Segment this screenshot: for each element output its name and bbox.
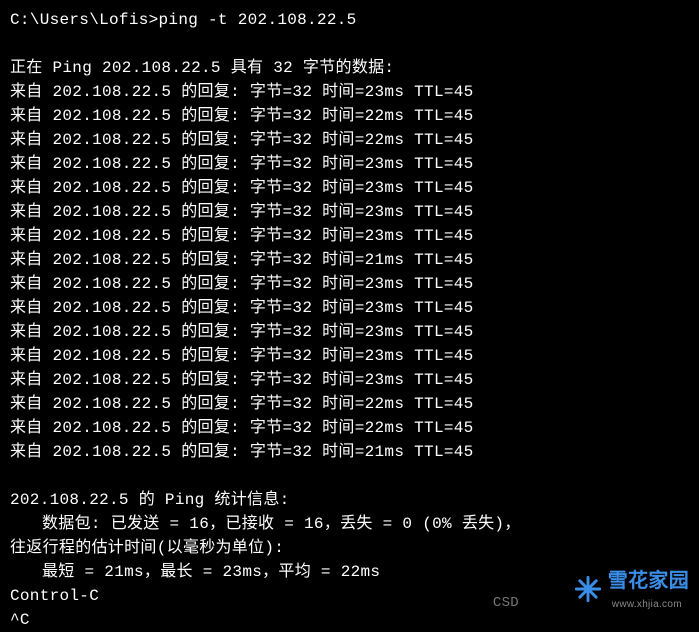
ping-reply-line: 来自 202.108.22.5 的回复: 字节=32 时间=23ms TTL=4… — [10, 344, 689, 368]
watermark: 雪花家园 www.xhjia.com — [574, 569, 689, 617]
ping-reply-line: 来自 202.108.22.5 的回复: 字节=32 时间=23ms TTL=4… — [10, 200, 689, 224]
ping-reply-line: 来自 202.108.22.5 的回复: 字节=32 时间=22ms TTL=4… — [10, 128, 689, 152]
ping-reply-line: 来自 202.108.22.5 的回复: 字节=32 时间=21ms TTL=4… — [10, 248, 689, 272]
ping-reply-line: 来自 202.108.22.5 的回复: 字节=32 时间=23ms TTL=4… — [10, 320, 689, 344]
stats-title: 202.108.22.5 的 Ping 统计信息: — [10, 488, 689, 512]
ping-reply-line: 来自 202.108.22.5 的回复: 字节=32 时间=23ms TTL=4… — [10, 152, 689, 176]
ping-reply-line: 来自 202.108.22.5 的回复: 字节=32 时间=23ms TTL=4… — [10, 368, 689, 392]
ping-reply-line: 来自 202.108.22.5 的回复: 字节=32 时间=21ms TTL=4… — [10, 440, 689, 464]
ping-reply-line: 来自 202.108.22.5 的回复: 字节=32 时间=23ms TTL=4… — [10, 80, 689, 104]
ping-replies: 来自 202.108.22.5 的回复: 字节=32 时间=23ms TTL=4… — [10, 80, 689, 464]
ping-reply-line: 来自 202.108.22.5 的回复: 字节=32 时间=22ms TTL=4… — [10, 104, 689, 128]
command-prompt-line: C:\Users\Lofis>ping -t 202.108.22.5 — [10, 8, 689, 32]
watermark-sub-text: www.xhjia.com — [612, 593, 689, 617]
ping-reply-line: 来自 202.108.22.5 的回复: 字节=32 时间=23ms TTL=4… — [10, 296, 689, 320]
ping-reply-line: 来自 202.108.22.5 的回复: 字节=32 时间=22ms TTL=4… — [10, 416, 689, 440]
stats-packets: 数据包: 已发送 = 16，已接收 = 16，丢失 = 0 (0% 丢失)， — [10, 512, 689, 536]
snowflake-icon — [574, 575, 602, 611]
ping-reply-line: 来自 202.108.22.5 的回复: 字节=32 时间=23ms TTL=4… — [10, 224, 689, 248]
ping-reply-line: 来自 202.108.22.5 的回复: 字节=32 时间=23ms TTL=4… — [10, 176, 689, 200]
ping-reply-line: 来自 202.108.22.5 的回复: 字节=32 时间=23ms TTL=4… — [10, 272, 689, 296]
watermark-main-text: 雪花家园 — [608, 569, 689, 593]
ping-reply-line: 来自 202.108.22.5 的回复: 字节=32 时间=22ms TTL=4… — [10, 392, 689, 416]
csdn-watermark: CSD — [493, 591, 519, 615]
stats-rtt-title: 往返行程的估计时间(以毫秒为单位): — [10, 536, 689, 560]
ping-header: 正在 Ping 202.108.22.5 具有 32 字节的数据: — [10, 56, 689, 80]
